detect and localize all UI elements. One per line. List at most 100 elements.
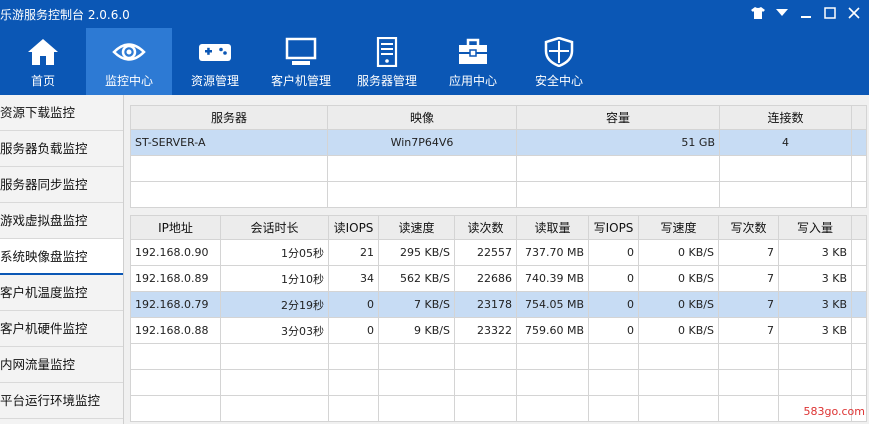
tab-resource-management[interactable]: 资源管理 <box>172 28 258 95</box>
table-cell <box>851 291 867 318</box>
table-cell: 0 <box>588 239 639 266</box>
table-cell: 0 <box>328 317 379 344</box>
server-table-header: 服务器 映像 容量 连接数 <box>130 105 867 130</box>
table-cell: 3分03秒 <box>220 317 329 344</box>
main-toolbar: 首页 监控中心 资源管理 客户机管理 服务器管理 应用中心 安全中心 <box>0 28 869 95</box>
column-header-spacer <box>851 105 867 130</box>
table-cell: 0 <box>588 265 639 292</box>
table-cell: 2分19秒 <box>220 291 329 318</box>
column-header[interactable]: 读速度 <box>378 215 455 240</box>
tab-server-management[interactable]: 服务器管理 <box>344 28 430 95</box>
sidebar: 资源下载监控 服务器负载监控 服务器同步监控 游戏虚拟盘监控 系统映像盘监控 客… <box>0 95 124 424</box>
sidebar-item-platform-environment[interactable]: 平台运行环境监控 <box>0 383 123 419</box>
table-cell: 7 <box>718 317 779 344</box>
tab-app-center-label: 应用中心 <box>448 74 497 88</box>
minimize-icon[interactable] <box>797 4 815 22</box>
tab-security-center-label: 安全中心 <box>534 74 583 88</box>
table-cell: 21 <box>328 239 379 266</box>
table-cell: 7 <box>718 265 779 292</box>
table-cell: 34 <box>328 265 379 292</box>
table-cell: 22557 <box>454 239 517 266</box>
column-header[interactable]: 服务器 <box>130 105 328 130</box>
table-cell <box>851 239 867 266</box>
table-cell <box>851 129 867 156</box>
column-header-spacer <box>851 215 867 240</box>
table-cell: 562 KB/S <box>378 265 455 292</box>
toolbox-icon <box>456 36 490 68</box>
maximize-icon[interactable] <box>821 4 839 22</box>
table-cell: 1分10秒 <box>220 265 329 292</box>
table-row[interactable]: ST-SERVER-A Win7P64V6 51 GB 4 <box>130 129 867 156</box>
dropdown-icon[interactable] <box>773 4 791 22</box>
table-cell: 740.39 MB <box>516 265 589 292</box>
window-title: 乐游服务控制台 2.0.6.0 <box>0 7 130 22</box>
watermark: 583go.com <box>803 405 865 418</box>
table-cell: 0 <box>588 291 639 318</box>
table-cell: 51 GB <box>516 129 720 156</box>
table-row[interactable]: 192.168.0.89 1分10秒 34 562 KB/S 22686 740… <box>130 265 867 292</box>
column-header[interactable]: IP地址 <box>130 215 221 240</box>
table-cell: 3 KB <box>778 239 852 266</box>
tab-security-center[interactable]: 安全中心 <box>516 28 602 95</box>
tab-monitor-center[interactable]: 监控中心 <box>86 28 172 95</box>
table-cell: 7 KB/S <box>378 291 455 318</box>
sidebar-item-client-temperature[interactable]: 客户机温度监控 <box>0 275 123 311</box>
sidebar-item-client-hardware[interactable]: 客户机硬件监控 <box>0 311 123 347</box>
column-header[interactable]: 写速度 <box>638 215 719 240</box>
table-cell: 737.70 MB <box>516 239 589 266</box>
session-table-header: IP地址 会话时长 读IOPS 读速度 读次数 读取量 写IOPS 写速度 写次… <box>130 215 867 240</box>
home-icon <box>26 36 60 68</box>
column-header[interactable]: 容量 <box>516 105 720 130</box>
table-cell: 22686 <box>454 265 517 292</box>
column-header[interactable]: 写次数 <box>718 215 779 240</box>
sidebar-item-resource-download[interactable]: 资源下载监控 <box>0 95 123 131</box>
table-cell <box>851 265 867 292</box>
sidebar-item-server-load[interactable]: 服务器负载监控 <box>0 131 123 167</box>
sidebar-item-lan-traffic[interactable]: 内网流量监控 <box>0 347 123 383</box>
table-cell: 0 KB/S <box>638 265 719 292</box>
table-cell: 23178 <box>454 291 517 318</box>
sidebar-item-server-sync[interactable]: 服务器同步监控 <box>0 167 123 203</box>
table-row-empty <box>130 181 867 208</box>
shirt-icon[interactable] <box>749 4 767 22</box>
monitor-icon <box>284 36 318 68</box>
column-header[interactable]: 写IOPS <box>588 215 639 240</box>
column-header[interactable]: 读次数 <box>454 215 517 240</box>
column-header[interactable]: 读IOPS <box>328 215 379 240</box>
column-header[interactable]: 写入量 <box>778 215 852 240</box>
tab-home-label: 首页 <box>30 74 55 88</box>
column-header[interactable]: 映像 <box>327 105 517 130</box>
table-cell: 0 KB/S <box>638 291 719 318</box>
tab-client-management[interactable]: 客户机管理 <box>258 28 344 95</box>
table-row[interactable]: 192.168.0.88 3分03秒 0 9 KB/S 23322 759.60… <box>130 317 867 344</box>
table-cell: 754.05 MB <box>516 291 589 318</box>
table-cell: 759.60 MB <box>516 317 589 344</box>
table-cell: 3 KB <box>778 317 852 344</box>
sidebar-item-system-image-disk[interactable]: 系统映像盘监控 <box>0 239 123 275</box>
table-row-empty <box>130 155 867 182</box>
table-cell: ST-SERVER-A <box>130 129 328 156</box>
column-header[interactable]: 会话时长 <box>220 215 329 240</box>
table-cell: 7 <box>718 291 779 318</box>
table-cell: 9 KB/S <box>378 317 455 344</box>
table-cell <box>851 317 867 344</box>
tab-home[interactable]: 首页 <box>0 28 86 95</box>
table-row-empty <box>130 395 867 422</box>
session-table: IP地址 会话时长 读IOPS 读速度 读次数 读取量 写IOPS 写速度 写次… <box>130 215 867 422</box>
table-row[interactable]: 192.168.0.79 2分19秒 0 7 KB/S 23178 754.05… <box>130 291 867 318</box>
sidebar-item-game-virtual-disk[interactable]: 游戏虚拟盘监控 <box>0 203 123 239</box>
shield-icon <box>542 36 576 68</box>
table-row-empty <box>130 369 867 396</box>
tab-server-management-label: 服务器管理 <box>356 74 417 88</box>
table-cell: 0 KB/S <box>638 239 719 266</box>
table-cell: 23322 <box>454 317 517 344</box>
tab-client-management-label: 客户机管理 <box>270 74 331 88</box>
table-row[interactable]: 192.168.0.90 1分05秒 21 295 KB/S 22557 737… <box>130 239 867 266</box>
tab-monitor-center-label: 监控中心 <box>104 74 153 88</box>
tab-app-center[interactable]: 应用中心 <box>430 28 516 95</box>
table-cell: 7 <box>718 239 779 266</box>
column-header[interactable]: 连接数 <box>719 105 852 130</box>
close-icon[interactable] <box>845 4 863 22</box>
column-header[interactable]: 读取量 <box>516 215 589 240</box>
table-cell: Win7P64V6 <box>327 129 517 156</box>
